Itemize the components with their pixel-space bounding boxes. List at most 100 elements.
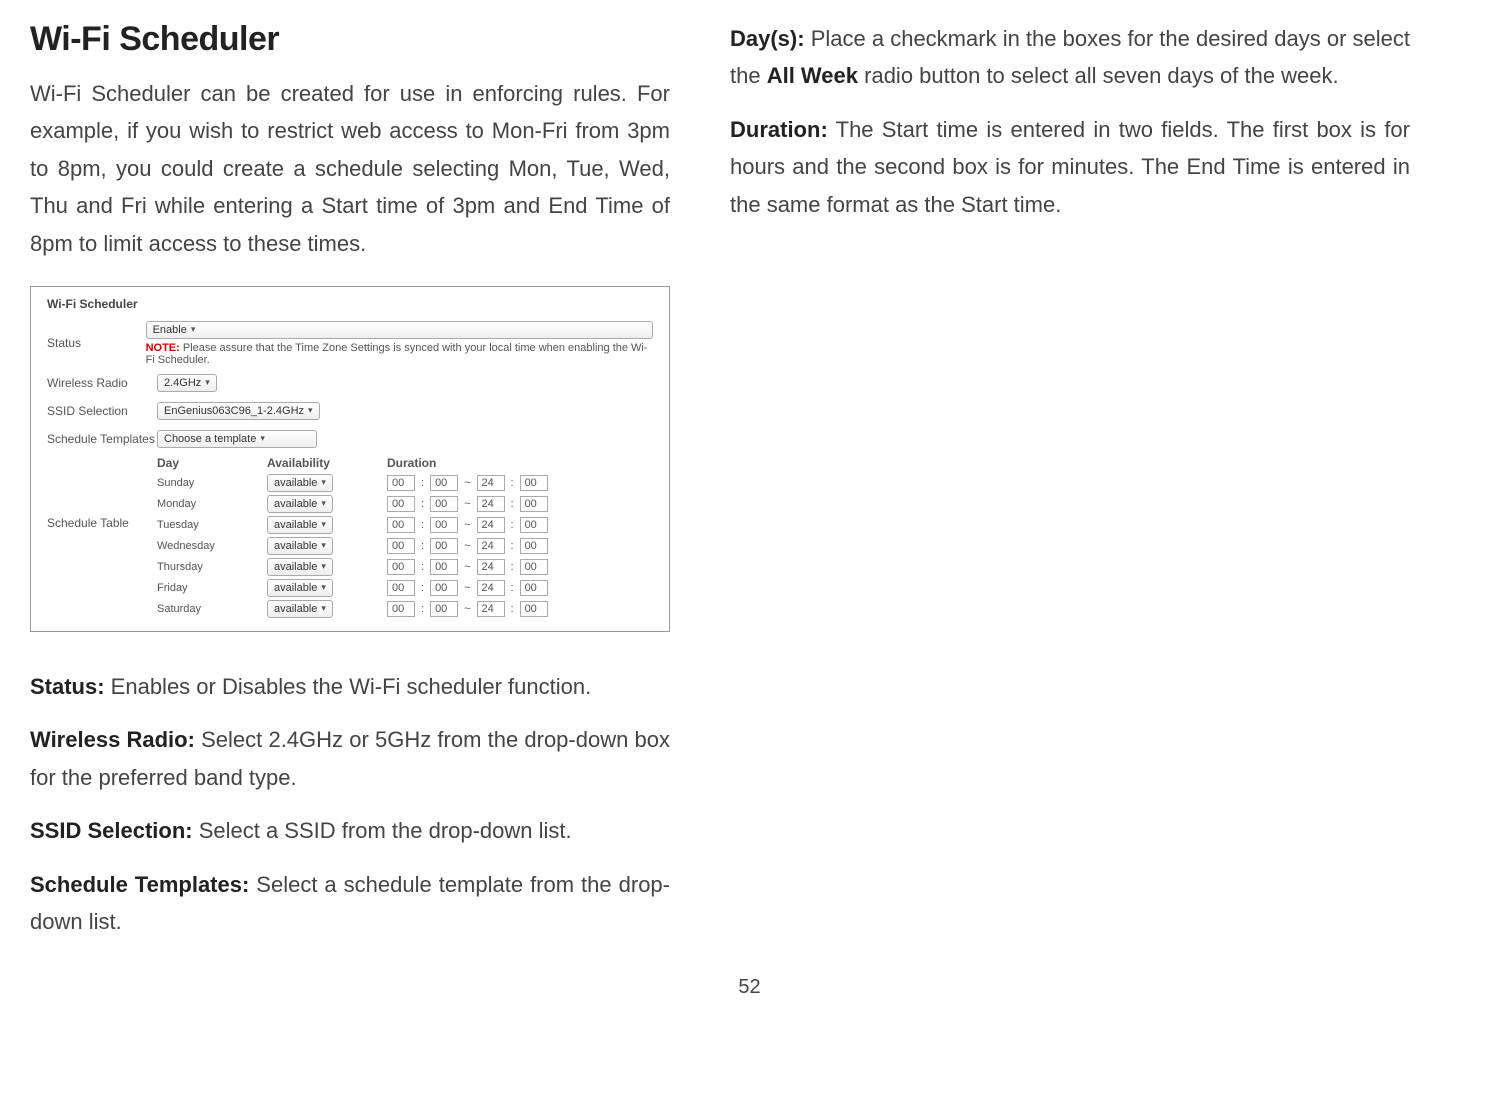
duration-cell: 00 : 00 ~ 24 : 00 bbox=[387, 475, 627, 491]
day-cell: Thursday bbox=[157, 561, 267, 573]
availability-select[interactable]: available bbox=[267, 579, 333, 597]
end-hour-input[interactable]: 24 bbox=[477, 601, 505, 617]
start-min-input[interactable]: 00 bbox=[430, 601, 458, 617]
end-hour-input[interactable]: 24 bbox=[477, 517, 505, 533]
start-min-input[interactable]: 00 bbox=[430, 496, 458, 512]
left-column: Wi-Fi Scheduler Wi-Fi Scheduler can be c… bbox=[30, 20, 670, 956]
schedule-body: Sunday available 00 : 00 ~ 24 : 00 Monda… bbox=[157, 474, 653, 618]
page-number: 52 bbox=[30, 976, 1469, 999]
right-column: Day(s): Place a checkmark in the boxes f… bbox=[730, 20, 1410, 956]
table-row: Tuesday available 00 : 00 ~ 24 : 00 bbox=[157, 516, 653, 534]
start-hour-input[interactable]: 00 bbox=[387, 580, 415, 596]
radio-select[interactable]: 2.4GHz bbox=[157, 374, 217, 392]
tilde: ~ bbox=[464, 582, 470, 594]
start-min-input[interactable]: 00 bbox=[430, 517, 458, 533]
start-hour-input[interactable]: 00 bbox=[387, 559, 415, 575]
availability-cell: available bbox=[267, 495, 387, 513]
colon: : bbox=[511, 582, 514, 594]
availability-cell: available bbox=[267, 558, 387, 576]
table-row: Saturday available 00 : 00 ~ 24 : 00 bbox=[157, 600, 653, 618]
end-hour-input[interactable]: 24 bbox=[477, 475, 505, 491]
day-cell: Tuesday bbox=[157, 519, 267, 531]
end-min-input[interactable]: 00 bbox=[520, 559, 548, 575]
availability-cell: available bbox=[267, 600, 387, 618]
end-hour-input[interactable]: 24 bbox=[477, 580, 505, 596]
duration-cell: 00 : 00 ~ 24 : 00 bbox=[387, 559, 627, 575]
templates-def-label: Schedule Templates: bbox=[30, 872, 249, 897]
day-cell: Saturday bbox=[157, 603, 267, 615]
table-row: Sunday available 00 : 00 ~ 24 : 00 bbox=[157, 474, 653, 492]
colon: : bbox=[511, 519, 514, 531]
end-min-input[interactable]: 00 bbox=[520, 580, 548, 596]
table-row: Thursday available 00 : 00 ~ 24 : 00 bbox=[157, 558, 653, 576]
day-cell: Sunday bbox=[157, 477, 267, 489]
start-hour-input[interactable]: 00 bbox=[387, 517, 415, 533]
duration-def-text: The Start time is entered in two fields.… bbox=[730, 117, 1410, 217]
duration-cell: 00 : 00 ~ 24 : 00 bbox=[387, 496, 627, 512]
day-cell: Wednesday bbox=[157, 540, 267, 552]
ssid-def-text: Select a SSID from the drop-down list. bbox=[193, 818, 572, 843]
start-hour-input[interactable]: 00 bbox=[387, 496, 415, 512]
availability-select[interactable]: available bbox=[267, 600, 333, 618]
th-day: Day bbox=[157, 456, 267, 470]
duration-cell: 00 : 00 ~ 24 : 00 bbox=[387, 538, 627, 554]
end-min-input[interactable]: 00 bbox=[520, 517, 548, 533]
ssid-select[interactable]: EnGenius063C96_1-2.4GHz bbox=[157, 402, 320, 420]
end-min-input[interactable]: 00 bbox=[520, 496, 548, 512]
start-hour-input[interactable]: 00 bbox=[387, 475, 415, 491]
table-row: Friday available 00 : 00 ~ 24 : 00 bbox=[157, 579, 653, 597]
end-min-input[interactable]: 00 bbox=[520, 601, 548, 617]
radio-label: Wireless Radio bbox=[47, 376, 157, 390]
status-select[interactable]: Enable bbox=[146, 321, 653, 339]
ss-title: Wi-Fi Scheduler bbox=[47, 297, 653, 311]
tilde: ~ bbox=[464, 498, 470, 510]
start-hour-input[interactable]: 00 bbox=[387, 538, 415, 554]
th-duration: Duration bbox=[387, 456, 587, 470]
colon: : bbox=[421, 561, 424, 573]
availability-cell: available bbox=[267, 537, 387, 555]
start-min-input[interactable]: 00 bbox=[430, 538, 458, 554]
end-hour-input[interactable]: 24 bbox=[477, 496, 505, 512]
availability-cell: available bbox=[267, 579, 387, 597]
templates-select[interactable]: Choose a template bbox=[157, 430, 317, 448]
status-def-text: Enables or Disables the Wi-Fi scheduler … bbox=[105, 674, 592, 699]
intro-paragraph: Wi-Fi Scheduler can be created for use i… bbox=[30, 75, 670, 262]
availability-select[interactable]: available bbox=[267, 558, 333, 576]
end-min-input[interactable]: 00 bbox=[520, 475, 548, 491]
table-row: Monday available 00 : 00 ~ 24 : 00 bbox=[157, 495, 653, 513]
radio-row: Wireless Radio 2.4GHz bbox=[47, 372, 653, 394]
day-cell: Monday bbox=[157, 498, 267, 510]
templates-label: Schedule Templates bbox=[47, 432, 157, 446]
start-min-input[interactable]: 00 bbox=[430, 580, 458, 596]
duration-cell: 00 : 00 ~ 24 : 00 bbox=[387, 580, 627, 596]
availability-select[interactable]: available bbox=[267, 516, 333, 534]
end-min-input[interactable]: 00 bbox=[520, 538, 548, 554]
days-bold2: All Week bbox=[767, 63, 858, 88]
availability-select[interactable]: available bbox=[267, 474, 333, 492]
availability-select[interactable]: available bbox=[267, 537, 333, 555]
colon: : bbox=[421, 540, 424, 552]
tilde: ~ bbox=[464, 603, 470, 615]
colon: : bbox=[511, 498, 514, 510]
availability-cell: available bbox=[267, 516, 387, 534]
start-min-input[interactable]: 00 bbox=[430, 475, 458, 491]
end-hour-input[interactable]: 24 bbox=[477, 559, 505, 575]
start-min-input[interactable]: 00 bbox=[430, 559, 458, 575]
end-hour-input[interactable]: 24 bbox=[477, 538, 505, 554]
ssid-definition: SSID Selection: Select a SSID from the d… bbox=[30, 812, 670, 849]
availability-select[interactable]: available bbox=[267, 495, 333, 513]
th-availability: Availability bbox=[267, 456, 387, 470]
schedule-table-label: Schedule Table bbox=[47, 456, 157, 530]
status-note: NOTE: Please assure that the Time Zone S… bbox=[146, 342, 653, 366]
colon: : bbox=[511, 561, 514, 573]
templates-row: Schedule Templates Choose a template bbox=[47, 428, 653, 450]
days-def-text2: radio button to select all seven days of… bbox=[858, 63, 1339, 88]
duration-cell: 00 : 00 ~ 24 : 00 bbox=[387, 517, 627, 533]
start-hour-input[interactable]: 00 bbox=[387, 601, 415, 617]
duration-def-label: Duration: bbox=[730, 117, 828, 142]
status-row: Status Enable NOTE: Please assure that t… bbox=[47, 321, 653, 366]
note-text: Please assure that the Time Zone Setting… bbox=[146, 342, 648, 366]
status-definition: Status: Enables or Disables the Wi-Fi sc… bbox=[30, 668, 670, 705]
availability-cell: available bbox=[267, 474, 387, 492]
tilde: ~ bbox=[464, 540, 470, 552]
